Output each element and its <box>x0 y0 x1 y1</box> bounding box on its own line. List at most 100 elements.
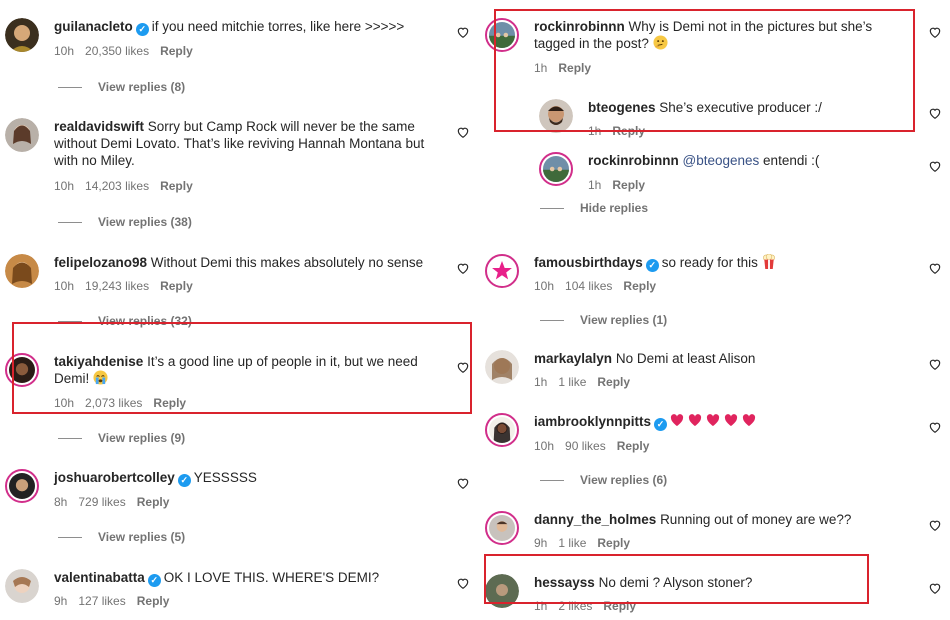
username[interactable]: guilanacleto <box>54 19 133 34</box>
username[interactable]: realdavidswift <box>54 119 144 134</box>
reply-button[interactable]: Reply <box>137 594 170 608</box>
like-count[interactable]: 14,203 likes <box>85 179 149 193</box>
view-replies-button[interactable]: View replies (1) <box>540 313 667 327</box>
username[interactable]: rockinrobinnn <box>588 153 679 168</box>
username[interactable]: felipelozano98 <box>54 255 147 270</box>
verified-badge-icon: ✓ <box>645 259 659 272</box>
heart-outline-icon[interactable] <box>456 576 470 590</box>
comment-time: 1h <box>534 61 548 75</box>
reply-button[interactable]: Reply <box>597 536 630 550</box>
avatar[interactable] <box>5 353 39 387</box>
username[interactable]: bteogenes <box>588 100 656 115</box>
avatar[interactable] <box>485 350 519 384</box>
comment-text: YESSSSS <box>193 470 257 485</box>
heart-outline-icon[interactable] <box>928 420 942 434</box>
view-replies-button[interactable]: View replies (9) <box>58 431 185 445</box>
avatar[interactable] <box>485 413 519 447</box>
reply-button[interactable]: Reply <box>612 124 645 138</box>
like-count[interactable]: 1 like <box>558 375 586 389</box>
heart-outline-icon[interactable] <box>456 261 470 275</box>
heart-outline-icon[interactable] <box>928 518 942 532</box>
avatar[interactable] <box>5 469 39 503</box>
like-count[interactable]: 90 likes <box>565 439 606 453</box>
avatar[interactable] <box>485 254 519 288</box>
avatar[interactable] <box>539 152 573 186</box>
heart-outline-icon[interactable] <box>928 106 942 120</box>
comment-text-line2: without Demi Lovato. That’s like revivin… <box>54 136 425 151</box>
username[interactable]: markaylalyn <box>534 351 612 366</box>
username[interactable]: joshuarobertcolley <box>54 470 175 485</box>
like-count[interactable]: 729 likes <box>78 495 125 509</box>
reply-button[interactable]: Reply <box>603 599 636 613</box>
username[interactable]: valentinabatta <box>54 570 145 585</box>
comment-text: Why is Demi not in the pictures but she’… <box>628 19 873 34</box>
comment-time: 10h <box>54 44 75 58</box>
heart-outline-icon[interactable] <box>928 159 942 173</box>
reply-button[interactable]: Reply <box>612 178 645 192</box>
avatar[interactable] <box>485 18 519 52</box>
comment-text-line2: Demi! <box>54 371 90 386</box>
avatar[interactable] <box>485 511 519 545</box>
view-replies-button[interactable]: View replies (32) <box>58 314 192 328</box>
like-count[interactable]: 2 likes <box>558 599 592 613</box>
username[interactable]: takiyahdenise <box>54 354 143 369</box>
reply-button[interactable]: Reply <box>623 279 656 293</box>
like-count[interactable]: 20,350 likes <box>85 44 149 58</box>
comment-time: 1h <box>534 599 548 613</box>
reply-button[interactable]: Reply <box>137 495 170 509</box>
heart-outline-icon[interactable] <box>928 581 942 595</box>
comment-text: No demi ? Alyson stoner? <box>598 575 753 590</box>
reply-button[interactable]: Reply <box>153 396 186 410</box>
mention-link[interactable]: @bteogenes <box>683 153 760 168</box>
avatar[interactable] <box>5 569 39 603</box>
heart-outline-icon[interactable] <box>928 261 942 275</box>
comment-text: if you need mitchie torres, like here >>… <box>151 19 405 34</box>
username[interactable]: iambrooklynnpitts <box>534 414 651 429</box>
comment-text: entendi :( <box>763 153 820 168</box>
verified-badge-icon: ✓ <box>135 23 149 36</box>
comment-text: Sorry but Camp Rock will never be the sa… <box>147 119 415 134</box>
reply-button[interactable]: Reply <box>160 44 193 58</box>
reply-button[interactable]: Reply <box>160 279 193 293</box>
comment-time: 10h <box>54 179 75 193</box>
left-comment-column: guilanacleto ✓ if you need mitchie torres,… <box>0 0 475 620</box>
reply-button[interactable]: Reply <box>160 179 193 193</box>
like-count[interactable]: 2,073 likes <box>85 396 142 410</box>
comment-text-line2: tagged in the post? <box>534 36 649 51</box>
heart-outline-icon[interactable] <box>928 25 942 39</box>
avatar[interactable] <box>539 99 573 133</box>
heart-outline-icon[interactable] <box>928 357 942 371</box>
like-count[interactable]: 104 likes <box>565 279 612 293</box>
comment-text: No Demi at least Alison <box>615 351 756 366</box>
avatar[interactable] <box>5 254 39 288</box>
heart-outline-icon[interactable] <box>456 25 470 39</box>
comment-text: Running out of money are we?? <box>660 512 852 527</box>
like-count[interactable]: 127 likes <box>78 594 125 608</box>
comment-text: It’s a good line up of people in it, but… <box>147 354 418 369</box>
avatar[interactable] <box>485 574 519 608</box>
view-replies-button[interactable]: View replies (38) <box>58 215 192 229</box>
view-replies-button[interactable]: View replies (8) <box>58 80 185 94</box>
hide-replies-button[interactable]: Hide replies <box>540 201 648 215</box>
view-replies-button[interactable]: View replies (6) <box>540 473 667 487</box>
avatar[interactable] <box>5 118 39 152</box>
username[interactable]: famousbirthdays <box>534 255 643 270</box>
like-count[interactable]: 19,243 likes <box>85 279 149 293</box>
verified-badge-icon: ✓ <box>147 574 161 587</box>
comment-time: 9h <box>534 536 548 550</box>
reply-button[interactable]: Reply <box>597 375 630 389</box>
view-replies-button[interactable]: View replies (5) <box>58 530 185 544</box>
reply-button[interactable]: Reply <box>558 61 591 75</box>
verified-badge-icon: ✓ <box>177 474 191 487</box>
right-comment-column: rockinrobinnn Why is Demi not in the pic… <box>475 0 950 620</box>
reply-button[interactable]: Reply <box>617 439 650 453</box>
heart-outline-icon[interactable] <box>456 476 470 490</box>
heart-outline-icon[interactable] <box>456 360 470 374</box>
like-count[interactable]: 1 like <box>558 536 586 550</box>
heart-outline-icon[interactable] <box>456 125 470 139</box>
username[interactable]: hessayss <box>534 575 595 590</box>
username[interactable]: danny_the_holmes <box>534 512 656 527</box>
avatar[interactable] <box>5 18 39 52</box>
comment-time: 8h <box>54 495 68 509</box>
username[interactable]: rockinrobinnn <box>534 19 625 34</box>
